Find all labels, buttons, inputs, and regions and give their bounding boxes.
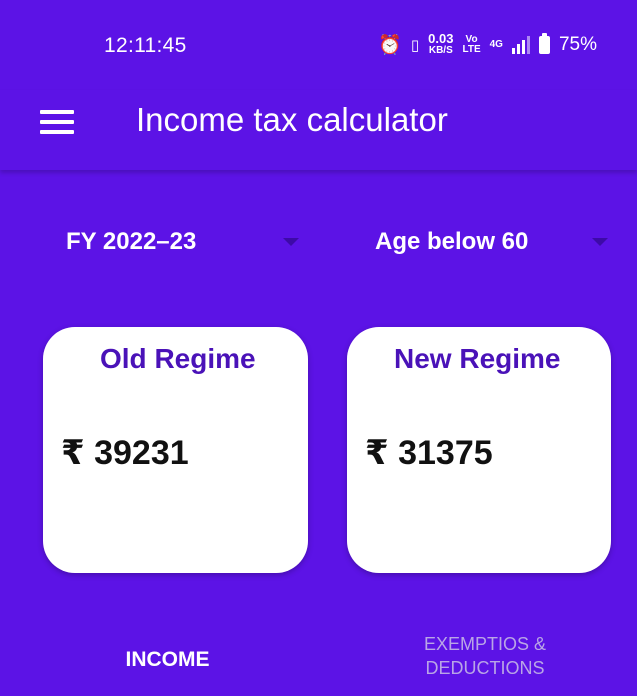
old-regime-card[interactable]: Old Regime ₹ 39231 xyxy=(43,327,308,573)
signal-icon xyxy=(511,36,530,54)
status-time: 12:11:45 xyxy=(104,34,187,57)
age-group-value: Age below 60 xyxy=(375,228,529,255)
old-regime-title: Old Regime xyxy=(100,343,256,374)
network-speed-unit: KB/S xyxy=(428,45,453,56)
financial-year-dropdown[interactable]: FY 2022–23 xyxy=(66,222,306,262)
tab-exemptions-line1: EXEMPTIOS & xyxy=(423,634,547,654)
tab-exemptions-deductions[interactable]: EXEMPTIOS & DEDUCTIONS xyxy=(400,632,570,680)
status-icons: ⏰ ▯ 0.03 KB/S Vo LTE 4G 75% xyxy=(378,31,597,57)
new-regime-amount: ₹ 31375 xyxy=(365,434,493,472)
network-type: 4G xyxy=(489,39,503,50)
status-bar: 12:11:45 ⏰ ▯ 0.03 KB/S Vo LTE 4G 75% xyxy=(0,0,637,90)
menu-icon[interactable] xyxy=(40,110,74,134)
dropdown-arrow-icon xyxy=(592,238,608,246)
financial-year-value: FY 2022–23 xyxy=(66,228,197,255)
battery-icon xyxy=(538,33,550,54)
volte-indicator: Vo LTE xyxy=(462,35,480,55)
network-speed: 0.03 KB/S xyxy=(428,31,454,56)
volte-bottom: LTE xyxy=(462,44,481,55)
old-regime-amount: ₹ 39231 xyxy=(61,434,189,472)
alarm-icon: ⏰ xyxy=(378,35,402,56)
new-regime-title: New Regime xyxy=(394,343,561,374)
new-regime-card[interactable]: New Regime ₹ 31375 xyxy=(347,327,611,573)
vibrate-icon: ▯ xyxy=(410,37,420,54)
age-group-dropdown[interactable]: Age below 60 xyxy=(375,222,611,262)
battery-level: 75% xyxy=(558,34,597,55)
dropdown-arrow-icon xyxy=(283,238,299,246)
network-speed-value: 0.03 xyxy=(428,31,454,46)
app-title: Income tax calculator xyxy=(136,101,448,138)
tab-income[interactable]: INCOME xyxy=(80,648,255,672)
tab-exemptions-line2: DEDUCTIONS xyxy=(425,658,545,678)
